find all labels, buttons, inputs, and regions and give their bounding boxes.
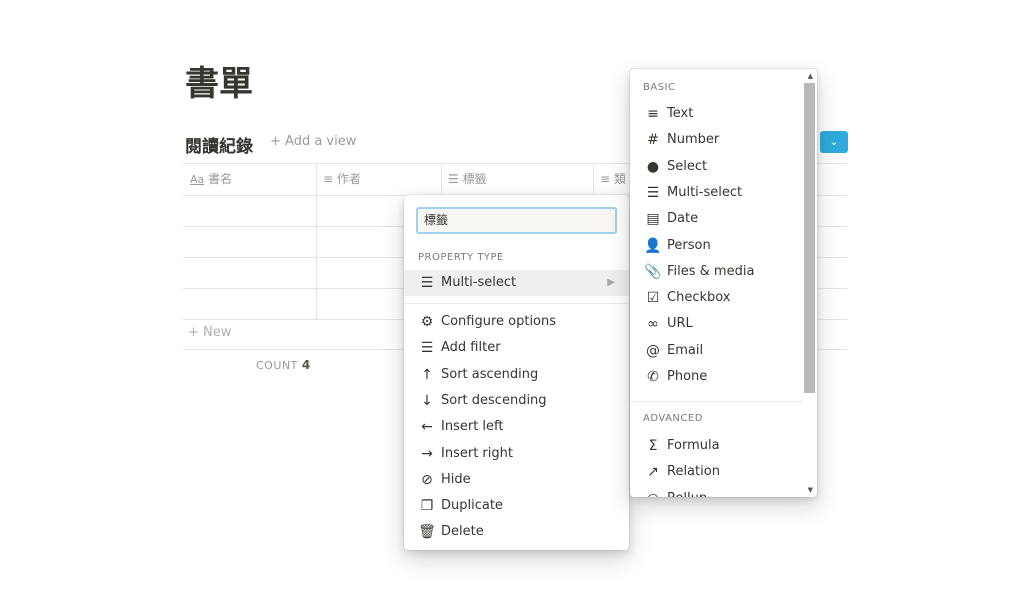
arrow-down-icon: ↓ [421, 392, 433, 409]
person-icon: 👤 [644, 237, 662, 254]
chevron-down-icon: ⌄ [829, 135, 839, 148]
link-icon: ∞ [647, 316, 659, 333]
new-dropdown-button[interactable]: ⌄ [820, 131, 848, 153]
paperclip-icon: 📎 [644, 263, 662, 280]
add-view-button[interactable]: + Add a view [270, 134, 356, 149]
list-icon: ☰ [420, 275, 434, 291]
menu-item-phone[interactable]: ✆ Phone [630, 364, 803, 390]
calendar-icon: ▤ [646, 211, 660, 228]
duplicate-icon: ❐ [420, 498, 434, 515]
menu-item-insert-left[interactable]: ← Insert left [404, 414, 629, 440]
menu-item-checkbox[interactable]: ☑ Checkbox [630, 285, 803, 311]
divider [630, 401, 803, 402]
search-icon: ○ [642, 486, 664, 497]
filter-icon: ☰ [420, 340, 434, 357]
trash-icon: 🗑 [418, 524, 436, 541]
text-icon: ≡ [647, 106, 659, 122]
menu-item-multi-select[interactable]: ☰ Multi-select [630, 180, 803, 206]
eye-slash-icon: ⊘ [421, 471, 433, 488]
arrow-up-icon: ↑ [421, 366, 433, 383]
property-menu: 標籤 PROPERTY TYPE ☰ Multi-select ▶ ⚙ Configu… [404, 195, 629, 550]
view-title[interactable]: 閱讀紀錄 [185, 132, 253, 157]
menu-item-text[interactable]: ≡ Text [630, 101, 803, 127]
list-icon: ☰ [646, 184, 660, 201]
menu-item-rollup[interactable]: ○Rollup [630, 486, 803, 497]
menu-item-email[interactable]: @ Email [630, 338, 803, 364]
checkbox-icon: ☑ [646, 290, 660, 307]
menu-item-person[interactable]: 👤 Person [630, 233, 803, 259]
text-icon: ≡ [323, 172, 334, 186]
arrow-right-icon: → [421, 445, 433, 462]
phone-icon: ✆ [647, 369, 659, 385]
hash-icon: # [647, 132, 659, 149]
column-header-tags[interactable]: ☰ 標籤 [441, 163, 593, 195]
scrollbar[interactable] [804, 83, 815, 393]
section-label: ADVANCED [643, 413, 703, 424]
chevron-right-icon: ▶ [607, 277, 615, 288]
menu-item-relation[interactable]: ↗ Relation [630, 459, 803, 485]
menu-item-add-filter[interactable]: ☰ Add filter [404, 335, 629, 361]
menu-item-select[interactable]: ● Select [630, 154, 803, 180]
section-label: PROPERTY TYPE [418, 252, 504, 263]
menu-item-insert-right[interactable]: → Insert right [404, 441, 629, 467]
menu-item-hide[interactable]: ⊘ Hide [404, 467, 629, 493]
scroll-down-icon[interactable]: ▼ [808, 486, 813, 494]
property-type-select[interactable]: ☰ Multi-select ▶ [404, 270, 629, 296]
gear-icon: ⚙ [420, 314, 434, 330]
sigma-icon: Σ [648, 438, 658, 454]
menu-item-files-media[interactable]: 📎 Files & media [630, 259, 803, 285]
page-title: 書單 [185, 64, 253, 104]
section-label: BASIC [643, 82, 676, 93]
column-header-author[interactable]: ≡ 作者 [316, 163, 441, 195]
menu-item-sort-descending[interactable]: ↓ Sort descending [404, 388, 629, 414]
at-icon: @ [646, 342, 660, 359]
arrow-left-icon: ← [421, 419, 433, 436]
text-icon: ≡ [600, 172, 611, 186]
select-icon: ● [646, 158, 660, 175]
menu-item-url[interactable]: ∞ URL [630, 311, 803, 337]
divider [404, 303, 629, 304]
menu-item-delete[interactable]: 🗑 Delete [404, 519, 629, 545]
property-name-input[interactable]: 標籤 [416, 207, 617, 234]
column-header-category[interactable]: ≡ 類 [593, 163, 633, 195]
menu-item-duplicate[interactable]: ❐ Duplicate [404, 493, 629, 519]
list-icon: ☰ [448, 172, 459, 186]
menu-item-date[interactable]: ▤ Date [630, 206, 803, 232]
new-row-button[interactable]: + New [188, 325, 231, 340]
menu-item-formula[interactable]: Σ Formula [630, 433, 803, 459]
menu-item-configure-options[interactable]: ⚙ Configure options [404, 309, 629, 335]
column-header-title[interactable]: Aa 書名 [183, 163, 316, 195]
arrow-ne-icon: ↗ [647, 464, 659, 481]
count-footer[interactable]: COUNT 4 [256, 358, 311, 372]
menu-item-number[interactable]: # Number [630, 127, 803, 153]
plus-icon: + [270, 134, 286, 149]
property-type-menu: BASIC ≡ Text # Number ● Select ☰ Multi-select ▤ D… [630, 69, 817, 497]
scroll-up-icon[interactable]: ▲ [808, 72, 813, 80]
menu-item-sort-ascending[interactable]: ↑ Sort ascending [404, 362, 629, 388]
